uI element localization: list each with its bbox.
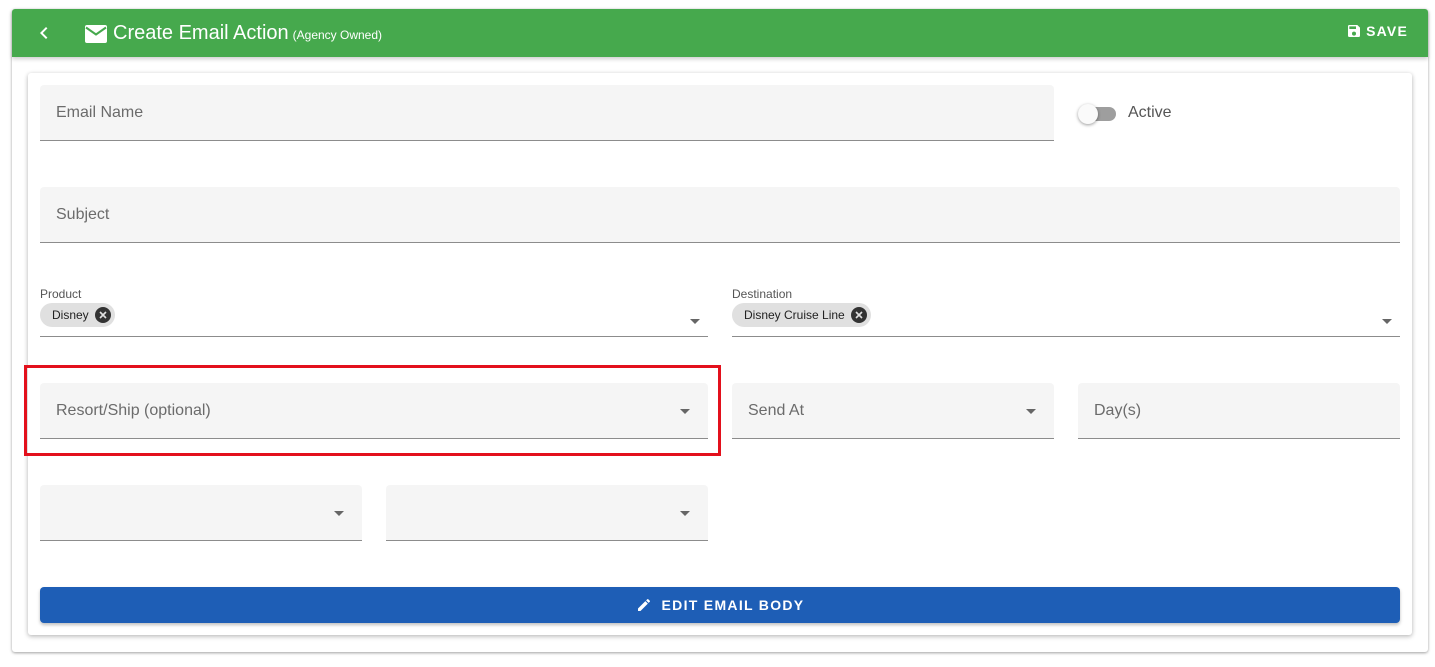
active-toggle[interactable]	[1078, 104, 1118, 124]
destination-select[interactable]: Destination Disney Cruise Line	[732, 287, 1400, 337]
subject-label: Subject	[56, 206, 110, 223]
chevron-down-icon	[690, 319, 700, 324]
pencil-icon	[637, 598, 650, 611]
chip-remove-icon[interactable]	[94, 307, 111, 323]
form-card	[28, 73, 1412, 635]
app-bar: Create Email Action (Agency Owned) SAVE	[12, 9, 1428, 57]
send-at-select[interactable]: Send At	[732, 383, 1054, 439]
edit-email-body-label: EDIT EMAIL BODY	[661, 597, 805, 613]
page-title: Create Email Action (Agency Owned)	[113, 21, 382, 47]
days-label: Day(s)	[1094, 402, 1142, 419]
destination-label: Destination	[732, 287, 793, 301]
back-button[interactable]	[32, 21, 56, 45]
title-text: Create Email Action	[113, 22, 289, 44]
edit-email-body-button[interactable]: EDIT EMAIL BODY	[40, 587, 1400, 623]
chevron-down-icon	[1382, 319, 1392, 324]
chevron-down-icon	[1026, 409, 1036, 414]
product-chip-label: Disney	[52, 308, 89, 322]
days-field[interactable]: Day(s)	[1078, 383, 1400, 439]
unlabeled-select-1[interactable]	[40, 485, 362, 541]
email-name-label: Email Name	[56, 104, 144, 121]
active-label: Active	[1128, 104, 1172, 121]
product-select[interactable]: Product Disney	[40, 287, 708, 337]
send-at-label: Send At	[748, 402, 805, 419]
chevron-left-icon	[40, 27, 48, 39]
product-chip: Disney	[40, 303, 115, 327]
mail-icon	[85, 25, 107, 43]
product-label: Product	[40, 287, 82, 301]
save-button[interactable]: SAVE	[1346, 23, 1408, 39]
highlight-annotation	[24, 365, 721, 456]
chevron-down-icon	[680, 511, 690, 516]
title-subtitle: (Agency Owned)	[292, 28, 383, 42]
chevron-down-icon	[334, 511, 344, 516]
unlabeled-select-2[interactable]	[386, 485, 708, 541]
destination-chip: Disney Cruise Line	[732, 303, 871, 327]
destination-chip-label: Disney Cruise Line	[744, 308, 845, 322]
subject-field[interactable]: Subject	[40, 187, 1400, 243]
email-name-field[interactable]: Email Name	[40, 85, 1054, 141]
save-label: SAVE	[1366, 23, 1408, 39]
floppy-disk-icon	[1348, 25, 1361, 37]
chip-remove-icon[interactable]	[850, 307, 867, 323]
toggle-thumb	[1078, 104, 1098, 124]
